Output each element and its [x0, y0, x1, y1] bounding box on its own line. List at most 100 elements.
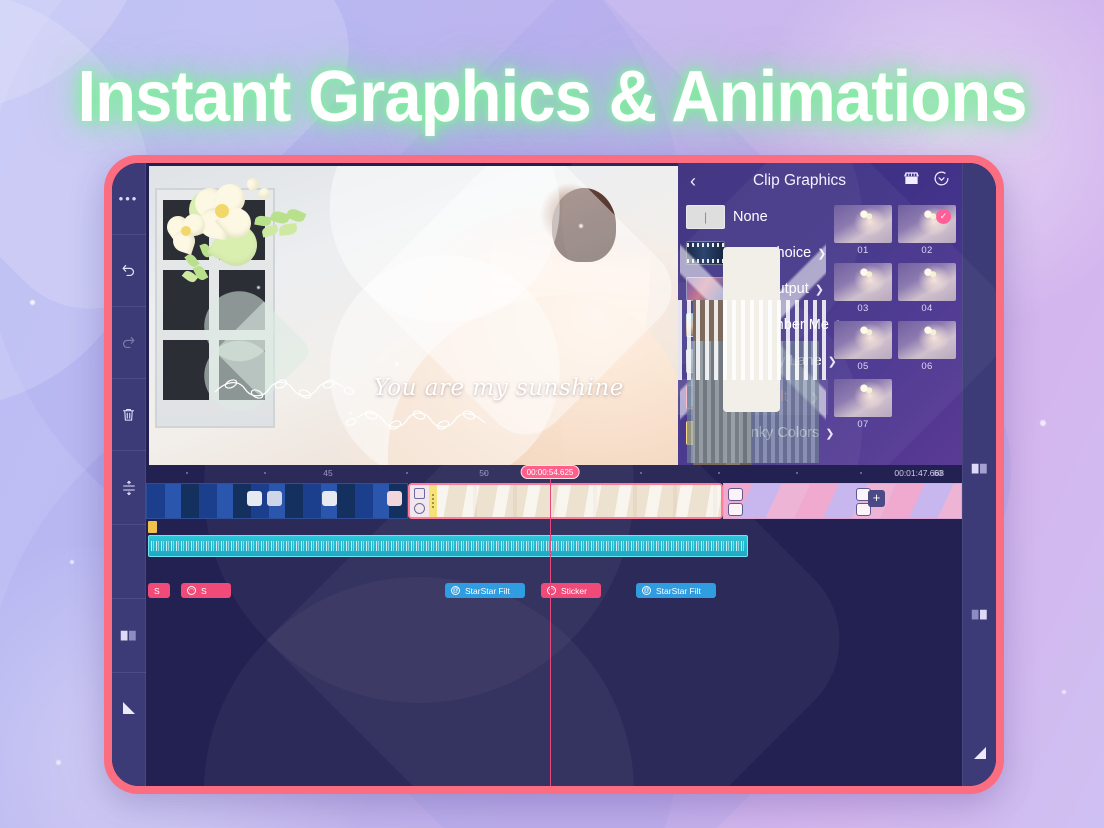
- grid-number: 06: [921, 361, 933, 372]
- sparkle: [1040, 420, 1046, 426]
- split-button[interactable]: [112, 451, 146, 525]
- corner-handle-bottom-left[interactable]: [112, 673, 146, 747]
- panel-header-actions: [903, 170, 950, 192]
- redo-icon: [120, 334, 137, 351]
- video-track[interactable]: +: [146, 483, 962, 519]
- add-clip-button[interactable]: +: [868, 490, 885, 507]
- corner-handle-bottom-right[interactable]: [963, 725, 997, 786]
- filter-icon: @: [642, 586, 651, 595]
- ruler-label-0: 45: [323, 468, 333, 478]
- flower-sticker[interactable]: [159, 172, 339, 322]
- clip-left-handle[interactable]: [410, 485, 429, 517]
- panel-header: ‹ Clip Graphics: [678, 163, 962, 199]
- check-badge-icon: ✓: [936, 209, 951, 224]
- crop-icon: [414, 488, 425, 499]
- redo-button[interactable]: [112, 307, 146, 379]
- settings-icon: [414, 503, 425, 514]
- download-circle-icon[interactable]: [933, 170, 950, 192]
- fx-label: StarStar Filt: [656, 585, 701, 596]
- split-icon: [121, 479, 137, 497]
- editor-main: You are my sunshine ‹ Clip Graphics ❯ ❯ …: [146, 163, 996, 786]
- fx-clip-1[interactable]: ◠ S: [181, 583, 231, 598]
- tablet-device-frame: ••• You are my sunshine ‹ Clip Graphics …: [104, 155, 1004, 794]
- grid-item-5[interactable]: 06: [898, 321, 962, 379]
- settings-icon: [728, 503, 743, 516]
- video-clip-1[interactable]: [146, 483, 408, 519]
- grid-thumbnail: [834, 263, 892, 301]
- left-toolbar: •••: [112, 163, 146, 786]
- crop-icon: [728, 488, 743, 501]
- sparkle: [1062, 690, 1066, 694]
- trash-icon: [121, 406, 136, 423]
- grid-number: 07: [857, 419, 869, 430]
- editor-top-area: You are my sunshine ‹ Clip Graphics ❯ ❯ …: [146, 163, 996, 536]
- grid-thumbnail: [898, 321, 956, 359]
- clip-drag-dots[interactable]: [429, 485, 437, 517]
- grid-item-1[interactable]: ✓ 02: [898, 205, 962, 263]
- video-clip-selected[interactable]: [408, 483, 723, 519]
- right-grid-button[interactable]: [963, 585, 997, 646]
- delete-button[interactable]: [112, 379, 146, 451]
- sticker-icon: ◠: [187, 586, 196, 595]
- pip-button[interactable]: [112, 525, 146, 599]
- more-options-button[interactable]: •••: [112, 163, 146, 235]
- preset-list: | None Best Choice ❯ Split Output: [678, 199, 844, 465]
- ruler-label-1: 50: [479, 468, 489, 478]
- clip-filmstrip: [437, 485, 721, 517]
- grid-number: 02: [921, 245, 933, 256]
- grid-thumbnail: ✓: [898, 205, 956, 243]
- more-icon: •••: [118, 191, 139, 206]
- triangle-icon: [122, 701, 136, 720]
- fx-label: S: [201, 585, 207, 596]
- undo-button[interactable]: [112, 235, 146, 307]
- grid-icon: [971, 608, 989, 622]
- playhead[interactable]: [550, 479, 552, 786]
- layers-icon: [971, 462, 989, 476]
- grid-number: 05: [857, 361, 869, 372]
- playhead-timecode-badge: 00:00:54.625: [520, 465, 580, 479]
- grid-number: 04: [921, 303, 933, 314]
- vine-ornament-left-icon: [211, 375, 361, 406]
- fx-label: Sticker: [561, 585, 587, 596]
- sparkle: [56, 760, 61, 765]
- grid-thumbnail: [834, 379, 892, 417]
- grid-thumbnail: [898, 263, 956, 301]
- triangle-icon: [973, 746, 987, 765]
- timeline[interactable]: 45 50 60 00:01:47.668 00:00:54.625 + S ◠…: [146, 465, 962, 786]
- preset-thumbnail: [686, 277, 725, 301]
- audio-waveform: [151, 538, 745, 554]
- grid-number: 03: [857, 303, 869, 314]
- grid-item-0[interactable]: 01: [834, 205, 898, 263]
- grid-item-2[interactable]: 03: [834, 263, 898, 321]
- right-layer-button[interactable]: [963, 438, 997, 499]
- audio-clip[interactable]: [148, 535, 748, 557]
- grid-item-4[interactable]: 05: [834, 321, 898, 379]
- effects-track[interactable]: S ◠ S @ StarStar Filt ◠ Sticker @ StarSt…: [146, 583, 962, 599]
- clip-graphics-panel: ‹ Clip Graphics ❯ ❯ 01 ✓ 02 03 04 05 06 …: [605, 163, 996, 536]
- grid-number: 01: [857, 245, 869, 256]
- clip3-controls[interactable]: [728, 488, 743, 516]
- audio-marker[interactable]: [148, 521, 157, 533]
- grid-item-6[interactable]: 07: [834, 379, 898, 437]
- vine-ornament-right-icon: [339, 406, 489, 437]
- tablet-screen: ••• You are my sunshine ‹ Clip Graphics …: [112, 163, 996, 786]
- layer-icon: [120, 629, 138, 643]
- fx-label: StarStar Filt: [465, 585, 510, 596]
- sparkle: [30, 300, 35, 305]
- grid-thumbnail: [834, 205, 892, 243]
- panel-title: Clip Graphics: [752, 172, 847, 189]
- video-clip-3[interactable]: [723, 483, 962, 519]
- sticker-icon: ◠: [547, 586, 556, 595]
- layer-button[interactable]: [112, 599, 146, 673]
- fx-label: S: [154, 585, 160, 596]
- graphics-grid: 01 ✓ 02 03 04 05 06 07: [828, 199, 962, 465]
- grid-item-3[interactable]: 04: [898, 263, 962, 321]
- undo-icon: [120, 262, 137, 279]
- fx-clip-2[interactable]: @ StarStar Filt: [445, 583, 525, 598]
- sparkle: [70, 560, 74, 564]
- audio-track[interactable]: [146, 521, 962, 557]
- fx-clip-0[interactable]: S: [148, 583, 170, 598]
- fx-clip-4[interactable]: @ StarStar Filt: [636, 583, 716, 598]
- store-icon[interactable]: [903, 171, 920, 191]
- panel-body: | None Best Choice ❯ Split Output: [678, 199, 962, 465]
